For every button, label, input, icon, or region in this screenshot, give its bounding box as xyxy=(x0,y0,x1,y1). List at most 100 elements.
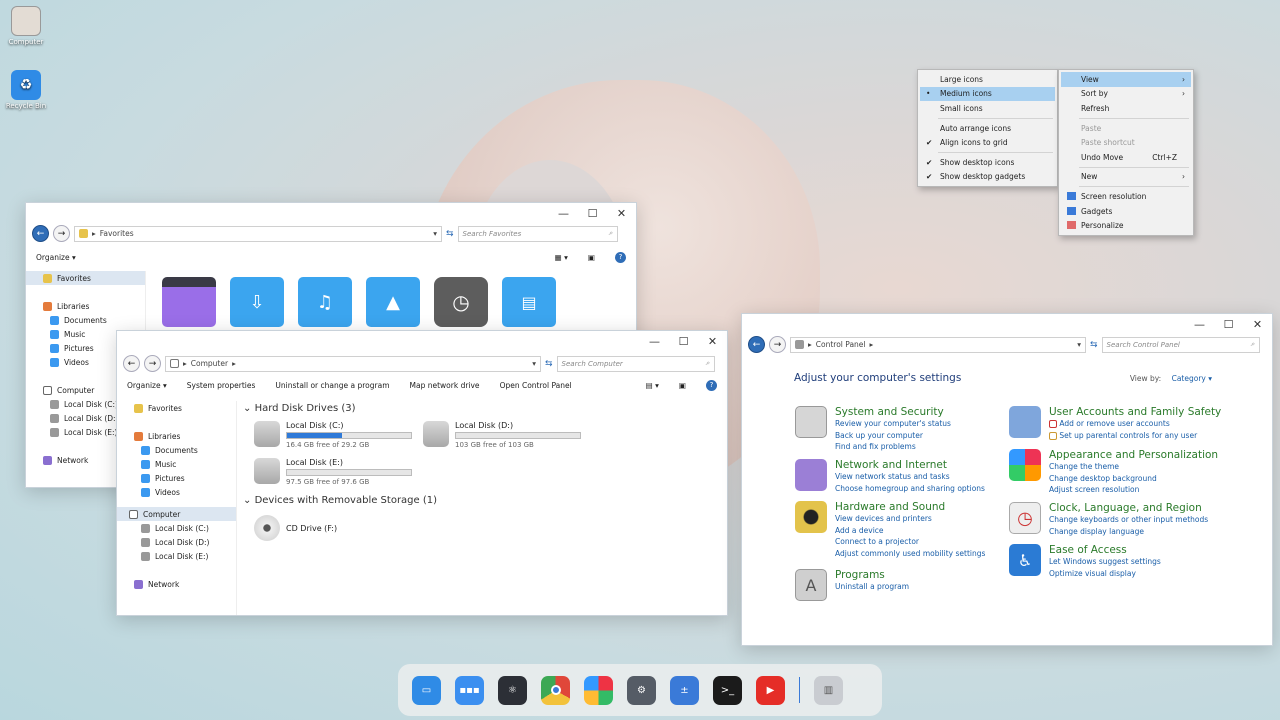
close-icon[interactable]: ✕ xyxy=(607,203,636,223)
sidebar-item-libraries[interactable]: Libraries xyxy=(26,299,145,313)
category-link[interactable]: Find and fix problems xyxy=(835,441,951,453)
category-link[interactable]: View devices and printers xyxy=(835,513,985,525)
forward-button[interactable]: → xyxy=(53,225,70,242)
minimize-icon[interactable]: — xyxy=(549,203,578,223)
category-link[interactable]: Change the theme xyxy=(1049,461,1218,473)
sidebar-item-pictures[interactable]: Pictures xyxy=(117,471,236,485)
category-title[interactable]: User Accounts and Family Safety xyxy=(1049,406,1221,418)
help-icon[interactable]: ? xyxy=(615,251,626,263)
refresh-icon[interactable]: ⇆ xyxy=(1090,340,1098,350)
category-title[interactable]: Appearance and Personalization xyxy=(1049,449,1218,461)
category-link[interactable]: View network status and tasks xyxy=(835,471,985,483)
category-link[interactable]: Add a device xyxy=(835,525,985,537)
category-link[interactable]: Back up your computer xyxy=(835,430,951,442)
category-title[interactable]: Clock, Language, and Region xyxy=(1049,502,1208,514)
sidebar-item-drive-d[interactable]: Local Disk (D:) xyxy=(117,535,236,549)
window-folder-icon[interactable] xyxy=(162,277,216,327)
videos-folder-icon[interactable]: ▤ xyxy=(502,277,556,327)
refresh-icon[interactable]: ⇆ xyxy=(446,229,454,239)
search-input[interactable]: Search Favorites ⌕ xyxy=(457,225,618,242)
category-link[interactable]: Review your computer's status xyxy=(835,418,951,430)
menu-item-sort-by[interactable]: Sort by › xyxy=(1061,87,1191,102)
sidebar-item-drive-c[interactable]: Local Disk (C:) xyxy=(117,521,236,535)
category-title[interactable]: Ease of Access xyxy=(1049,544,1161,556)
menu-item-align-grid[interactable]: ✔ Align icons to grid xyxy=(920,135,1055,150)
forward-button[interactable]: → xyxy=(144,355,161,372)
category-link[interactable]: Choose homegroup and sharing options xyxy=(835,483,985,495)
settings-icon[interactable]: ⚙ xyxy=(627,675,656,705)
map-network-drive-button[interactable]: Map network drive xyxy=(410,381,480,390)
category-link[interactable]: Change display language xyxy=(1049,526,1208,538)
sidebar-item-documents[interactable]: Documents xyxy=(26,313,145,327)
menu-item-personalize[interactable]: Personalize xyxy=(1061,218,1191,233)
category-link[interactable]: Adjust screen resolution xyxy=(1049,484,1218,496)
minimize-icon[interactable]: — xyxy=(640,331,669,351)
menu-item-medium-icons[interactable]: • Medium icons xyxy=(920,86,1055,102)
sidebar-item-network[interactable]: Network xyxy=(117,577,236,591)
menu-item-gadgets[interactable]: Gadgets xyxy=(1061,204,1191,219)
menu-item-view[interactable]: View › xyxy=(1061,72,1191,87)
category-title[interactable]: Hardware and Sound xyxy=(835,501,985,513)
organize-button[interactable]: Organize ▾ xyxy=(36,253,76,262)
category-link[interactable]: Change desktop background xyxy=(1049,473,1218,485)
store-icon[interactable] xyxy=(584,675,613,705)
chevron-down-icon[interactable]: ▾ xyxy=(532,359,536,368)
terminal-icon[interactable]: >_ xyxy=(713,675,742,705)
view-options-icon[interactable]: ▦ ▾ xyxy=(555,253,568,262)
menu-item-paste[interactable]: Paste xyxy=(1061,121,1191,136)
minimize-icon[interactable]: — xyxy=(1185,314,1214,334)
preview-pane-icon[interactable]: ▣ xyxy=(679,381,686,390)
close-icon[interactable]: ✕ xyxy=(1243,314,1272,334)
help-icon[interactable]: ? xyxy=(706,379,717,391)
pictures-folder-icon[interactable]: ▲ xyxy=(366,277,420,327)
view-options-icon[interactable]: ▤ ▾ xyxy=(646,381,659,390)
search-input[interactable]: Search Control Panel ⌕ xyxy=(1101,336,1260,353)
category-title[interactable]: Programs xyxy=(835,569,909,581)
search-input[interactable]: Search Computer ⌕ xyxy=(556,355,715,372)
drive-item-e[interactable]: Local Disk (E:) 97.5 GB free of 97.6 GB xyxy=(254,458,412,486)
view-by-dropdown[interactable]: Category ▾ xyxy=(1172,374,1212,383)
menu-item-paste-shortcut[interactable]: Paste shortcut xyxy=(1061,135,1191,150)
music-folder-icon[interactable]: ♫ xyxy=(298,277,352,327)
calculator-icon[interactable]: ± xyxy=(670,675,699,705)
atom-icon[interactable]: ⚛ xyxy=(498,675,527,705)
sidebar-item-libraries[interactable]: Libraries xyxy=(117,429,236,443)
chrome-icon[interactable] xyxy=(541,675,570,705)
back-button[interactable]: ← xyxy=(748,336,765,353)
menu-item-show-gadgets[interactable]: ✔ Show desktop gadgets xyxy=(920,170,1055,185)
drive-item-d[interactable]: Local Disk (D:) 103 GB free of 103 GB xyxy=(423,421,581,449)
category-link[interactable]: Uninstall a program xyxy=(835,581,909,593)
menu-item-large-icons[interactable]: Large icons xyxy=(920,72,1055,87)
hdd-group-header[interactable]: ⌄ Hard Disk Drives (3) xyxy=(243,403,356,414)
uninstall-program-button[interactable]: Uninstall or change a program xyxy=(275,381,389,390)
menu-item-small-icons[interactable]: Small icons xyxy=(920,101,1055,116)
menu-item-refresh[interactable]: Refresh xyxy=(1061,101,1191,116)
category-link[interactable]: Optimize visual display xyxy=(1049,568,1161,580)
preview-pane-icon[interactable]: ▣ xyxy=(588,253,595,262)
organize-button[interactable]: Organize ▾ xyxy=(127,381,167,390)
category-title[interactable]: Network and Internet xyxy=(835,459,985,471)
desktop-icon-computer[interactable]: Computer xyxy=(3,6,49,46)
category-link-row[interactable]: Add or remove user accounts xyxy=(1049,418,1221,430)
category-link[interactable]: Add or remove user accounts xyxy=(1059,419,1169,428)
drive-item-c[interactable]: Local Disk (C:) 16.4 GB free of 29.2 GB xyxy=(254,421,412,449)
address-bar[interactable]: ▸ Computer ▸ ▾ xyxy=(165,355,541,372)
menu-item-show-desktop-icons[interactable]: ✔ Show desktop icons xyxy=(920,155,1055,170)
menu-item-undo-move[interactable]: Undo Move Ctrl+Z xyxy=(1061,150,1191,165)
desktop-icon-recycle-bin[interactable]: ♻ Recycle Bin xyxy=(3,70,49,110)
back-button[interactable]: ← xyxy=(123,355,140,372)
maximize-icon[interactable]: ☐ xyxy=(669,331,698,351)
sidebar-item-favorites[interactable]: Favorites xyxy=(26,271,145,285)
sidebar-item-computer[interactable]: Computer xyxy=(117,507,236,521)
category-link[interactable]: Connect to a projector xyxy=(835,536,985,548)
sidebar-item-videos[interactable]: Videos xyxy=(117,485,236,499)
system-properties-button[interactable]: System properties xyxy=(187,381,256,390)
chevron-down-icon[interactable]: ▾ xyxy=(1077,340,1081,349)
address-bar[interactable]: ▸ Favorites ▾ xyxy=(74,225,442,242)
address-bar[interactable]: ▸ Control Panel ▸ ▾ xyxy=(790,336,1086,353)
clock-icon[interactable]: ◷ xyxy=(434,277,488,327)
close-icon[interactable]: ✕ xyxy=(698,331,727,351)
open-control-panel-button[interactable]: Open Control Panel xyxy=(500,381,572,390)
menu-item-screen-resolution[interactable]: Screen resolution xyxy=(1061,189,1191,204)
category-link[interactable]: Change keyboards or other input methods xyxy=(1049,514,1208,526)
